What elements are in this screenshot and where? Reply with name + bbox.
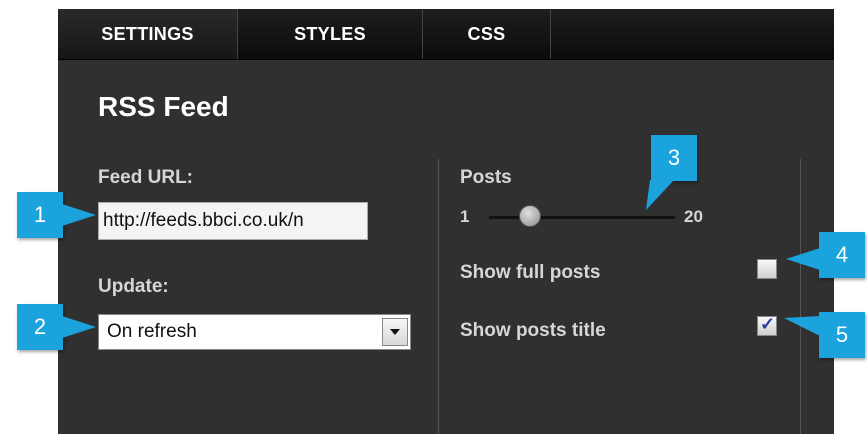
callout-2-number: 2	[33, 314, 47, 339]
callout-1-number: 1	[33, 202, 47, 227]
update-select-value: On refresh	[107, 321, 197, 342]
posts-label: Posts	[460, 167, 512, 188]
callout-3-pointer	[646, 180, 674, 210]
tab-settings-label: SETTINGS	[101, 23, 194, 44]
show-posts-title-checkbox[interactable]: ✓	[757, 314, 777, 336]
show-posts-title-label: Show posts title	[460, 320, 606, 341]
tab-css[interactable]: CSS	[423, 9, 551, 59]
tab-settings[interactable]: SETTINGS	[58, 9, 238, 59]
column-divider	[438, 159, 439, 434]
callout-2: 2	[17, 304, 63, 350]
chevron-down-icon	[390, 329, 400, 335]
posts-slider-track[interactable]	[489, 216, 675, 219]
callout-3: 3	[651, 135, 697, 181]
callout-4: 4	[819, 232, 865, 278]
callout-1-pointer	[62, 204, 96, 226]
callout-2-pointer	[62, 316, 96, 338]
show-full-posts-label: Show full posts	[460, 262, 601, 283]
callout-5-pointer	[784, 316, 820, 336]
tab-styles-label: STYLES	[294, 23, 366, 44]
posts-slider-handle[interactable]	[518, 205, 541, 227]
feed-url-input[interactable]	[98, 202, 368, 240]
page-title: RSS Feed	[98, 91, 229, 122]
settings-panel: SETTINGS STYLES CSS RSS Feed Feed URL: U…	[58, 9, 834, 434]
right-divider	[800, 159, 801, 434]
dropdown-button[interactable]	[382, 318, 408, 346]
tab-styles[interactable]: STYLES	[238, 9, 423, 59]
posts-max-label: 20	[684, 207, 703, 226]
callout-4-number: 4	[835, 242, 849, 267]
feed-url-label: Feed URL:	[98, 167, 193, 188]
tab-bar: SETTINGS STYLES CSS	[58, 9, 834, 60]
callout-4-pointer	[786, 248, 820, 270]
tab-css-label: CSS	[467, 23, 506, 44]
callout-1: 1	[17, 192, 63, 238]
checkmark-icon: ✓	[760, 314, 776, 334]
callout-5-number: 5	[835, 322, 849, 347]
update-select[interactable]: On refresh	[98, 314, 411, 350]
callout-5: 5	[819, 312, 865, 358]
callout-3-number: 3	[667, 145, 681, 170]
show-full-posts-checkbox[interactable]	[757, 259, 777, 279]
posts-min-label: 1	[460, 207, 470, 226]
update-label: Update:	[98, 276, 169, 297]
